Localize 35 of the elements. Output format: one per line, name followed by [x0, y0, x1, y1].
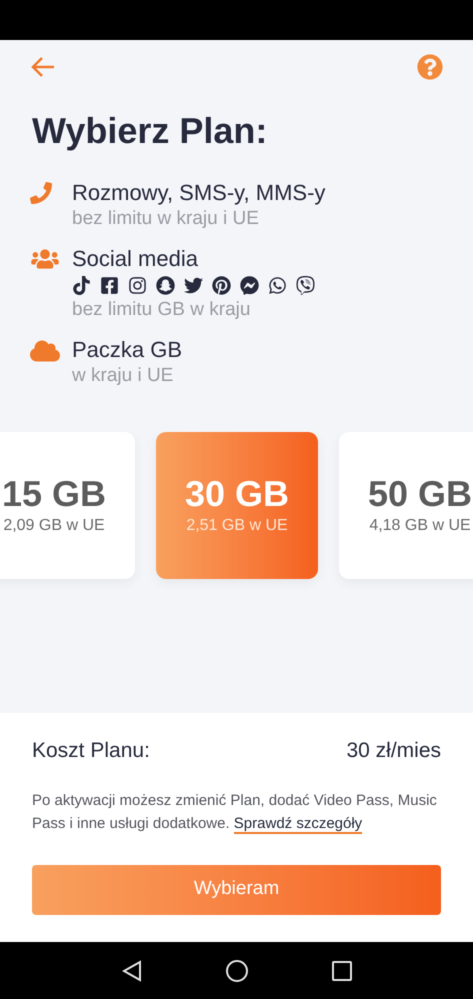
plan-eu-data: 2,51 GB w UE [186, 516, 288, 536]
feature-subtitle: w kraju i UE [72, 364, 174, 388]
pinterest-icon [212, 276, 231, 295]
phone-icon [30, 182, 52, 204]
snapchat-icon [156, 276, 175, 295]
back-nav-icon[interactable] [122, 960, 142, 982]
recents-nav-icon[interactable] [332, 960, 352, 980]
twitter-icon [184, 276, 203, 295]
plan-eu-data: 2,09 GB w UE [3, 516, 105, 536]
details-link[interactable]: Sprawdź szczegóły [234, 814, 362, 834]
back-button[interactable] [30, 55, 56, 79]
feature-title: Social media [72, 245, 199, 273]
feature-title: Rozmowy, SMS-y, MMS-y [72, 179, 326, 207]
people-icon [30, 248, 60, 270]
cloud-icon [30, 339, 60, 363]
instagram-icon [128, 276, 147, 295]
messenger-icon [240, 276, 259, 295]
tiktok-icon [72, 276, 91, 295]
cost-label: Koszt Planu: [32, 738, 150, 764]
plan-amount: 50 GB [368, 474, 472, 514]
plan-amount: 30 GB [184, 474, 290, 514]
whatsapp-icon [268, 276, 287, 295]
page-title: Wybierz Plan: [31, 109, 268, 153]
plan-amount: 15 GB [2, 474, 106, 514]
home-nav-icon[interactable] [226, 960, 248, 982]
feature-subtitle: bez limitu w kraju i UE [72, 207, 260, 231]
plan-card[interactable]: 50 GB 4,18 GB w UE [339, 432, 473, 579]
cost-value: 30 zł/mies [346, 738, 441, 764]
plan-eu-data: 4,18 GB w UE [369, 516, 471, 536]
plan-note: Po aktywacji możesz zmienić Plan, dodać Video Pass, Music Pass i inne usługi dodatkowe. Sprawdź szczegóły [32, 790, 438, 834]
feature-title: Paczka GB [72, 336, 182, 364]
facebook-icon [100, 276, 119, 295]
feature-subtitle: bez limitu GB w kraju [72, 298, 252, 322]
viber-icon [296, 276, 315, 295]
plan-card[interactable]: 15 GB 2,09 GB w UE [0, 432, 135, 579]
